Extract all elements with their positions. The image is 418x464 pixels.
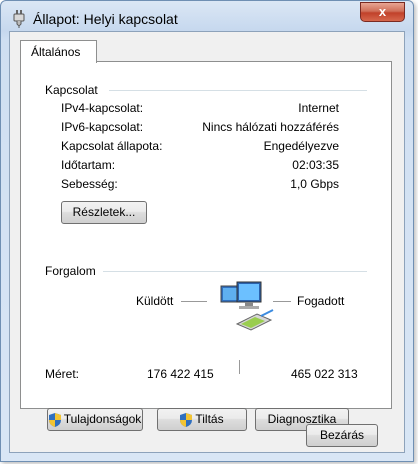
connection-state-value: Engedélyezve — [263, 139, 339, 153]
speed-label: Sebesség: — [61, 177, 118, 191]
uac-shield-icon — [48, 412, 61, 427]
received-line — [273, 301, 291, 303]
close-button[interactable]: Bezárás — [306, 424, 378, 447]
close-window-button[interactable]: x — [360, 2, 405, 22]
properties-button-label: Tulajdonságok — [63, 412, 142, 426]
duration-label: Időtartam: — [61, 158, 116, 172]
tab-general-label: Általános — [31, 45, 81, 59]
uac-shield-icon — [180, 412, 193, 427]
sent-line — [181, 301, 207, 303]
close-icon: x — [378, 4, 387, 19]
properties-button[interactable]: Tulajdonságok — [47, 408, 143, 431]
disable-button[interactable]: Tiltás — [157, 408, 247, 431]
details-button-label: Részletek... — [72, 205, 136, 219]
details-button[interactable]: Részletek... — [61, 201, 147, 224]
tab-panel-general: Kapcsolat IPv4-kapcsolat: Internet IPv6-… — [20, 61, 392, 431]
ipv6-value: Nincs hálózati hozzáférés — [202, 120, 339, 134]
tab-general[interactable]: Általános — [20, 40, 97, 63]
network-plug-icon — [13, 10, 25, 28]
network-computers-icon — [220, 281, 274, 331]
ipv6-label: IPv6-kapcsolat: — [61, 120, 144, 134]
duration-value: 02:03:35 — [292, 158, 339, 172]
connection-group-title: Kapcsolat — [45, 83, 98, 97]
window-title: Állapot: Helyi kapcsolat — [33, 11, 178, 27]
close-button-label: Bezárás — [319, 428, 365, 442]
connection-state-label: Kapcsolat állapota: — [61, 139, 163, 153]
received-bytes-value: 465 022 313 — [291, 367, 358, 381]
size-label: Méret: — [45, 367, 80, 381]
disable-button-label: Tiltás — [195, 412, 224, 426]
dialog-client-area: Általános Kapcsolat IPv4-kapcsolat: Inte… — [9, 31, 405, 453]
activity-divider-vertical — [239, 360, 240, 374]
sent-bytes-value: 176 422 415 — [147, 367, 214, 381]
speed-value: 1,0 Gbps — [290, 177, 339, 191]
sent-label: Küldött — [136, 294, 174, 308]
activity-group-divider — [103, 271, 367, 273]
status-dialog-window: Állapot: Helyi kapcsolat x Általános Kap… — [0, 0, 414, 462]
ipv4-label: IPv4-kapcsolat: — [61, 101, 144, 115]
connection-group-divider — [109, 90, 367, 92]
received-label: Fogadott — [297, 294, 345, 308]
activity-group-title: Forgalom — [45, 264, 96, 278]
ipv4-value: Internet — [298, 101, 339, 115]
